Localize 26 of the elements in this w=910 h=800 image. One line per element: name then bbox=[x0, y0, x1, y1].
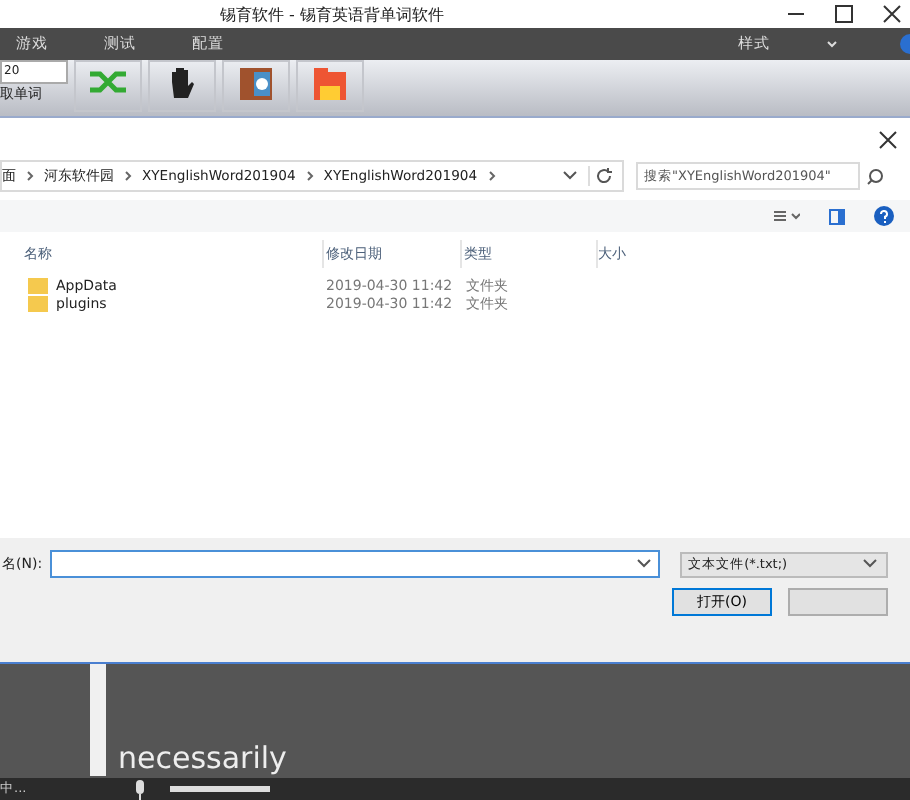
book-icon bbox=[238, 66, 274, 102]
stop-button[interactable] bbox=[148, 60, 216, 112]
close-icon[interactable] bbox=[878, 130, 898, 150]
hand-icon bbox=[166, 66, 198, 102]
chevron-icon bbox=[124, 170, 132, 182]
dropdown-icon bbox=[862, 558, 879, 570]
refresh-icon[interactable] bbox=[588, 166, 614, 186]
filename-field[interactable] bbox=[50, 550, 661, 578]
chevron-icon bbox=[26, 170, 34, 182]
chevron-icon bbox=[487, 170, 496, 182]
shuffle-icon bbox=[88, 66, 128, 98]
word-text: necessarily bbox=[118, 740, 287, 776]
microphone-icon[interactable] bbox=[134, 779, 147, 799]
close-icon[interactable] bbox=[882, 4, 902, 24]
preview-pane-icon[interactable] bbox=[828, 207, 846, 225]
maximize-icon[interactable] bbox=[834, 4, 854, 24]
dropdown-icon[interactable] bbox=[562, 170, 578, 182]
search-icon bbox=[866, 167, 884, 185]
save-button[interactable] bbox=[296, 60, 364, 112]
open-button[interactable] bbox=[222, 60, 290, 112]
scroll-bar[interactable] bbox=[90, 664, 106, 776]
dropdown-icon[interactable] bbox=[636, 558, 653, 570]
view-options-icon[interactable] bbox=[772, 208, 800, 224]
chevron-icon bbox=[305, 170, 314, 182]
window-title: 锡育软件 - 锡育英语背单词软件 bbox=[220, 3, 444, 25]
folder-icon bbox=[312, 66, 348, 102]
